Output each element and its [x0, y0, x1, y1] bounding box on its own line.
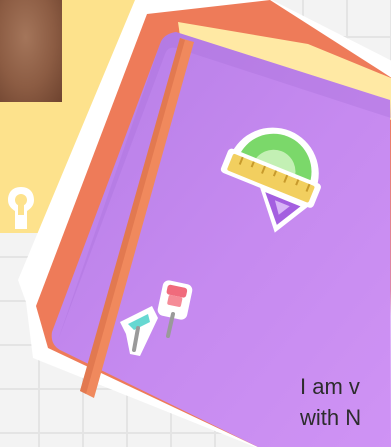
caption-text: I am v with N	[300, 371, 361, 433]
caption-line-2: with N	[300, 405, 362, 430]
caption-line-1: I am v	[300, 374, 360, 399]
